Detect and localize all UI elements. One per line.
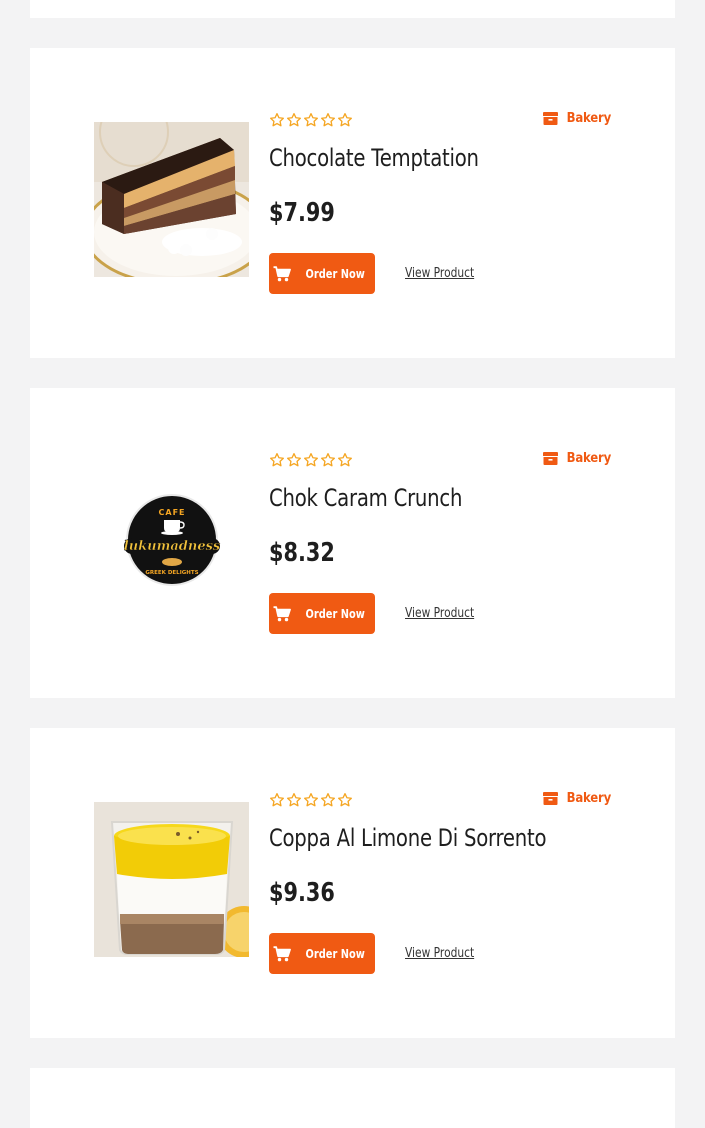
cart-icon [273, 265, 291, 281]
product-card: Bakery Coppa Al Limone Di Sorrento $9.36… [30, 728, 675, 1038]
order-now-label: Order Now [305, 606, 365, 621]
cafe-logo-image: CAFE lukumadness GREEK DELIGHTS [94, 462, 249, 617]
product-card: Bakery Chocolate Temptation $7.99 Order … [30, 48, 675, 358]
star-outline-icon [320, 112, 336, 132]
product-title[interactable]: Coppa Al Limone Di Sorrento [269, 824, 547, 852]
order-now-button[interactable]: Order Now [269, 593, 375, 634]
product-card-next [30, 1068, 675, 1128]
star-outline-icon [303, 452, 319, 472]
star-outline-icon [337, 112, 353, 132]
lemon-dessert-image [94, 802, 249, 957]
star-outline-icon [286, 792, 302, 812]
view-product-link[interactable]: View Product [405, 266, 474, 281]
order-now-button[interactable]: Order Now [269, 933, 375, 974]
star-rating [269, 112, 353, 132]
logo-tagline-text: GREEK DELIGHTS [145, 570, 198, 576]
box-icon [542, 792, 558, 805]
product-price: $9.36 [269, 878, 335, 908]
star-outline-icon [269, 452, 285, 472]
star-outline-icon [286, 452, 302, 472]
category-tag[interactable]: Bakery [542, 111, 611, 126]
star-rating [269, 452, 353, 472]
product-image[interactable] [94, 802, 249, 957]
product-price: $7.99 [269, 198, 335, 228]
category-label: Bakery [566, 111, 612, 126]
order-now-label: Order Now [305, 266, 365, 281]
order-now-button[interactable]: Order Now [269, 253, 375, 294]
cart-icon [273, 945, 291, 961]
product-image[interactable] [94, 122, 249, 277]
box-icon [542, 452, 558, 465]
logo-cafe-text: CAFE [159, 508, 186, 517]
star-outline-icon [337, 452, 353, 472]
box-icon [542, 112, 558, 125]
cart-icon [273, 605, 291, 621]
star-outline-icon [303, 112, 319, 132]
view-product-link[interactable]: View Product [405, 946, 474, 961]
product-card: CAFE lukumadness GREEK DELIGHTS Bakery C… [30, 388, 675, 698]
star-outline-icon [269, 112, 285, 132]
star-outline-icon [337, 792, 353, 812]
product-title[interactable]: Chocolate Temptation [269, 144, 479, 172]
star-outline-icon [286, 112, 302, 132]
product-card-previous [30, 0, 675, 18]
category-label: Bakery [566, 451, 612, 466]
star-rating [269, 792, 353, 812]
order-now-label: Order Now [305, 946, 365, 961]
star-outline-icon [303, 792, 319, 812]
product-price: $8.32 [269, 538, 335, 568]
star-outline-icon [320, 792, 336, 812]
star-outline-icon [269, 792, 285, 812]
product-title[interactable]: Chok Caram Crunch [269, 484, 462, 512]
view-product-link[interactable]: View Product [405, 606, 474, 621]
category-label: Bakery [566, 791, 612, 806]
logo-name-text: lukumadness [124, 539, 221, 554]
category-tag[interactable]: Bakery [542, 791, 611, 806]
star-outline-icon [320, 452, 336, 472]
product-image[interactable]: CAFE lukumadness GREEK DELIGHTS [94, 462, 249, 617]
category-tag[interactable]: Bakery [542, 451, 611, 466]
chocolate-cake-image [94, 122, 249, 277]
